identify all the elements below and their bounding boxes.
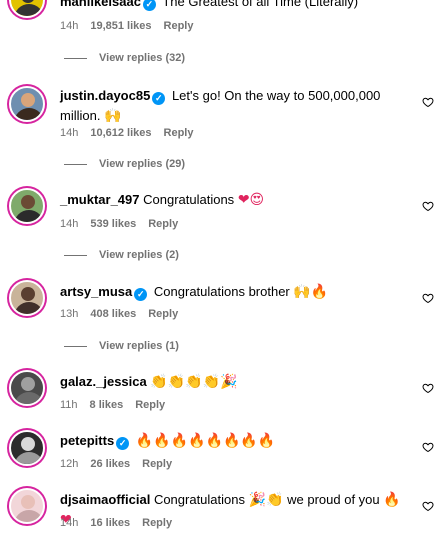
comment-time: 11h	[60, 399, 78, 411]
comment-body: galaz._jessica 👏👏👏👏🎉	[60, 372, 412, 392]
comment-body: artsy_musa ✓ Congratulations brother 🙌🔥	[60, 282, 412, 302]
comment-time: 14h	[60, 20, 79, 32]
comment-meta: 14h 19,851 likes Reply	[60, 19, 206, 33]
comment-text: Congratulations brother	[153, 284, 290, 299]
comment-text: Congratulations	[143, 192, 235, 207]
comment-likes[interactable]: 8 likes	[90, 399, 124, 411]
verified-badge-icon: ✓	[142, 0, 156, 11]
comment-meta: 12h 26 likes Reply	[60, 457, 184, 471]
comment-time: 14h	[60, 127, 79, 139]
view-replies-button[interactable]: View replies (1)	[64, 339, 179, 353]
heart-outline-icon[interactable]	[422, 292, 434, 304]
divider	[64, 254, 87, 256]
view-replies-button[interactable]: View replies (29)	[64, 157, 185, 171]
comment-likes[interactable]: 408 likes	[90, 308, 136, 320]
comment-username[interactable]: manlikeisaac	[60, 0, 141, 9]
heart-outline-icon[interactable]	[422, 200, 434, 212]
comment-body: petepitts ✓ 🔥🔥🔥🔥🔥🔥🔥🔥	[60, 431, 412, 451]
comment-body: justin.dayoc85 ✓ Let's go! On the way to …	[60, 86, 412, 126]
comment-username[interactable]: galaz._jessica	[60, 374, 147, 389]
avatar[interactable]	[9, 370, 45, 406]
heart-outline-icon[interactable]	[422, 441, 434, 453]
comment-body: _muktar_497 Congratulations ❤😍	[60, 190, 412, 210]
view-replies-button[interactable]: View replies (2)	[64, 248, 179, 262]
comment-time: 12h	[60, 458, 79, 470]
comment-meta: 11h 8 likes Reply	[60, 398, 177, 412]
comment-emoji: 🔥🔥🔥🔥🔥🔥🔥🔥	[135, 433, 276, 449]
heart-outline-icon[interactable]	[422, 500, 434, 512]
verified-badge-icon: ✓	[116, 437, 130, 450]
comment-emoji: 🎉👏	[248, 492, 284, 508]
comment-meta: 14h 16 likes Reply	[60, 516, 184, 530]
comment-meta: 14h 539 likes Reply	[60, 217, 190, 231]
comment-meta: 14h 10,612 likes Reply	[60, 126, 206, 140]
comment-emoji: 👏👏👏👏🎉	[150, 374, 238, 390]
view-replies-label: View replies (29)	[99, 158, 186, 170]
avatar[interactable]	[9, 488, 45, 524]
comment-time: 14h	[60, 517, 79, 529]
verified-badge-icon: ✓	[134, 288, 148, 301]
reply-button[interactable]: Reply	[148, 218, 178, 230]
comment-emoji: ❤😍	[237, 192, 265, 208]
comment-meta: 13h 408 likes Reply	[60, 307, 190, 321]
comment-username[interactable]: _muktar_497	[60, 192, 140, 207]
view-replies-label: View replies (32)	[99, 52, 186, 64]
reply-button[interactable]: Reply	[164, 127, 194, 139]
comment-likes[interactable]: 26 likes	[90, 458, 130, 470]
view-replies-label: View replies (2)	[99, 249, 179, 261]
verified-badge-icon: ✓	[152, 92, 166, 105]
reply-button[interactable]: Reply	[142, 517, 172, 529]
avatar[interactable]	[9, 188, 45, 224]
divider	[64, 345, 87, 347]
divider	[64, 57, 87, 59]
avatar[interactable]	[9, 280, 45, 316]
comment-likes[interactable]: 19,851 likes	[90, 20, 151, 32]
comment-text-continued: we proud of you	[287, 492, 380, 507]
comment-username[interactable]: justin.dayoc85	[60, 88, 150, 103]
comment-body: manlikeisaac ✓ The Greatest of all Time (…	[60, 0, 412, 12]
reply-button[interactable]: Reply	[164, 20, 194, 32]
comment-likes[interactable]: 16 likes	[90, 517, 130, 529]
view-replies-button[interactable]: View replies (32)	[64, 51, 185, 65]
comment-emoji: 🙌🔥	[293, 284, 329, 300]
comment-text: The Greatest of all Time (Literally)	[162, 0, 359, 9]
comment-time: 13h	[60, 308, 79, 320]
comment-username[interactable]: djsaimaofficial	[60, 492, 150, 507]
comment-likes[interactable]: 539 likes	[90, 218, 136, 230]
reply-button[interactable]: Reply	[142, 458, 172, 470]
heart-outline-icon[interactable]	[422, 382, 434, 394]
comment-emoji: 🙌	[104, 108, 122, 124]
comment-time: 14h	[60, 218, 79, 230]
view-replies-label: View replies (1)	[99, 340, 179, 352]
avatar[interactable]	[9, 0, 45, 18]
avatar[interactable]	[9, 430, 45, 466]
reply-button[interactable]: Reply	[148, 308, 178, 320]
comment-likes[interactable]: 10,612 likes	[90, 127, 151, 139]
divider	[64, 163, 87, 165]
reply-button[interactable]: Reply	[135, 399, 165, 411]
comment-username[interactable]: petepitts	[60, 433, 114, 448]
avatar[interactable]	[9, 86, 45, 122]
heart-outline-icon[interactable]	[422, 96, 434, 108]
comment-username[interactable]: artsy_musa	[60, 284, 132, 299]
comment-text: Congratulations	[153, 492, 245, 507]
